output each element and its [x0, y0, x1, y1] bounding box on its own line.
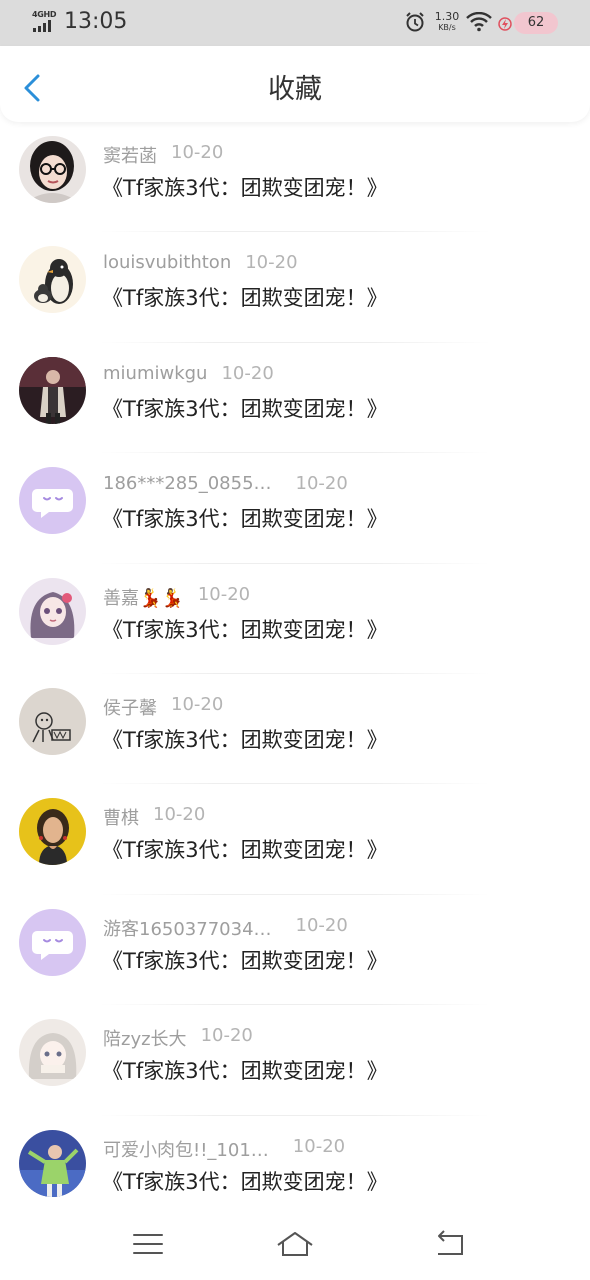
page-title: 收藏	[268, 74, 322, 105]
item-date: 10-20	[295, 914, 348, 936]
book-title[interactable]: 《Tf家族3代：团欺变团宠！》	[102, 945, 388, 975]
item-date: 10-20	[221, 362, 274, 384]
item-date: 10-20	[197, 583, 251, 605]
user-name: 陪zyz长大	[103, 1029, 187, 1051]
item-date: 10-20	[153, 804, 206, 826]
user-name: 窦若菡	[103, 146, 157, 167]
book-title[interactable]: 《Tf家族3代：团欺变团宠！》	[102, 172, 388, 202]
avatar[interactable]	[19, 908, 86, 976]
item-meta: 曹棋 10-20	[103, 804, 206, 830]
list-item[interactable]: 窦若菡 10-20 《Tf家族3代：团欺变团宠！》	[0, 122, 590, 233]
status-time: 13:05	[64, 9, 128, 34]
home-icon	[277, 1232, 313, 1256]
signal-icon: 4GHD	[32, 10, 60, 32]
default-chat-avatar	[19, 908, 86, 976]
book-title[interactable]: 《Tf家族3代：团欺变团宠！》	[102, 1055, 388, 1085]
list-item[interactable]: 侯子馨 10-20 《Tf家族3代：团欺变团宠！》	[0, 674, 590, 785]
item-date: 10-20	[200, 1025, 253, 1047]
list-item[interactable]: miumiwkgu 10-20 《Tf家族3代：团欺变团宠！》	[0, 343, 590, 454]
charging-icon	[498, 16, 512, 31]
book-title[interactable]: 《Tf家族3代：团欺变团宠！》	[102, 503, 388, 533]
user-name: 游客1650377034…	[103, 918, 272, 940]
avatar[interactable]	[19, 467, 86, 535]
avatar[interactable]	[19, 798, 86, 866]
back-nav-button[interactable]	[430, 1226, 470, 1262]
avatar[interactable]	[19, 246, 86, 314]
item-date: 10-20	[171, 142, 224, 163]
user-name: 曹棋	[103, 808, 139, 830]
book-title[interactable]: 《Tf家族3代：团欺变团宠！》	[102, 834, 388, 864]
item-date: 10-20	[245, 252, 298, 274]
status-bar: 4GHD 13:05 1.30 KB/s 62	[0, 0, 590, 46]
system-nav-bar	[0, 1210, 590, 1280]
back-icon	[438, 1230, 463, 1255]
menu-icon	[133, 1234, 163, 1254]
item-meta: 游客1650377034… 10-20	[103, 914, 348, 940]
item-meta: 侯子馨 10-20	[103, 693, 224, 719]
network-speed: 1.30 KB/s	[432, 11, 462, 33]
wifi-icon	[466, 11, 492, 32]
default-chat-avatar	[19, 467, 86, 535]
network-type: 4GHD	[32, 10, 57, 19]
book-title[interactable]: 《Tf家族3代：团欺变团宠！》	[102, 282, 388, 312]
avatar[interactable]	[19, 1129, 86, 1197]
book-title[interactable]: 《Tf家族3代：团欺变团宠！》	[102, 724, 388, 754]
item-meta: 可爱小肉包!!_101… 10-20	[103, 1135, 346, 1161]
item-meta: 善嘉💃💃 10-20	[103, 583, 251, 609]
avatar[interactable]	[19, 136, 86, 203]
speed-unit: KB/s	[438, 23, 456, 32]
list-item[interactable]: 游客1650377034… 10-20 《Tf家族3代：团欺变团宠！》	[0, 895, 590, 1006]
item-meta: 186***285_0855… 10-20	[103, 473, 348, 497]
user-name: 善嘉💃💃	[103, 587, 184, 609]
item-meta: 陪zyz长大 10-20	[103, 1025, 253, 1051]
item-meta: 窦若菡 10-20	[103, 142, 224, 167]
avatar[interactable]	[19, 1019, 86, 1087]
book-title[interactable]: 《Tf家族3代：团欺变团宠！》	[102, 393, 388, 423]
user-name: 可爱小肉包!!_101…	[103, 1139, 269, 1161]
avatar[interactable]	[19, 577, 86, 645]
list-item[interactable]: louisvubithton 10-20 《Tf家族3代：团欺变团宠！》	[0, 232, 590, 343]
list-item[interactable]: 曹棋 10-20 《Tf家族3代：团欺变团宠！》	[0, 784, 590, 895]
list-item[interactable]: 善嘉💃💃 10-20 《Tf家族3代：团欺变团宠！》	[0, 564, 590, 674]
book-title[interactable]: 《Tf家族3代：团欺变团宠！》	[102, 1166, 388, 1196]
home-button[interactable]	[275, 1226, 315, 1262]
alarm-icon	[404, 11, 426, 33]
favorites-list: 窦若菡 10-20 《Tf家族3代：团欺变团宠！》 louisvubithton 1…	[0, 122, 590, 1226]
item-date: 10-20	[171, 693, 224, 715]
user-name: louisvubithton	[103, 252, 232, 274]
user-name: 侯子馨	[103, 697, 157, 719]
item-date: 10-20	[292, 1135, 346, 1157]
list-item[interactable]: 186***285_0855… 10-20 《Tf家族3代：团欺变团宠！》	[0, 453, 590, 564]
user-name: 186***285_0855…	[103, 473, 272, 495]
item-date: 10-20	[295, 473, 348, 495]
list-item[interactable]: 陪zyz长大 10-20 《Tf家族3代：团欺变团宠！》	[0, 1005, 590, 1116]
avatar[interactable]	[19, 356, 86, 424]
header-bar: 收藏	[0, 46, 590, 122]
menu-button[interactable]	[128, 1226, 168, 1262]
avatar[interactable]	[19, 687, 86, 755]
item-meta: miumiwkgu 10-20	[103, 363, 274, 387]
book-title[interactable]: 《Tf家族3代：团欺变团宠！》	[102, 614, 388, 644]
battery-icon: 62	[514, 12, 558, 34]
speed-value: 1.30	[434, 10, 460, 23]
battery-level: 62	[527, 15, 545, 30]
item-meta: louisvubithton 10-20	[103, 252, 298, 276]
user-name: miumiwkgu	[103, 362, 208, 384]
